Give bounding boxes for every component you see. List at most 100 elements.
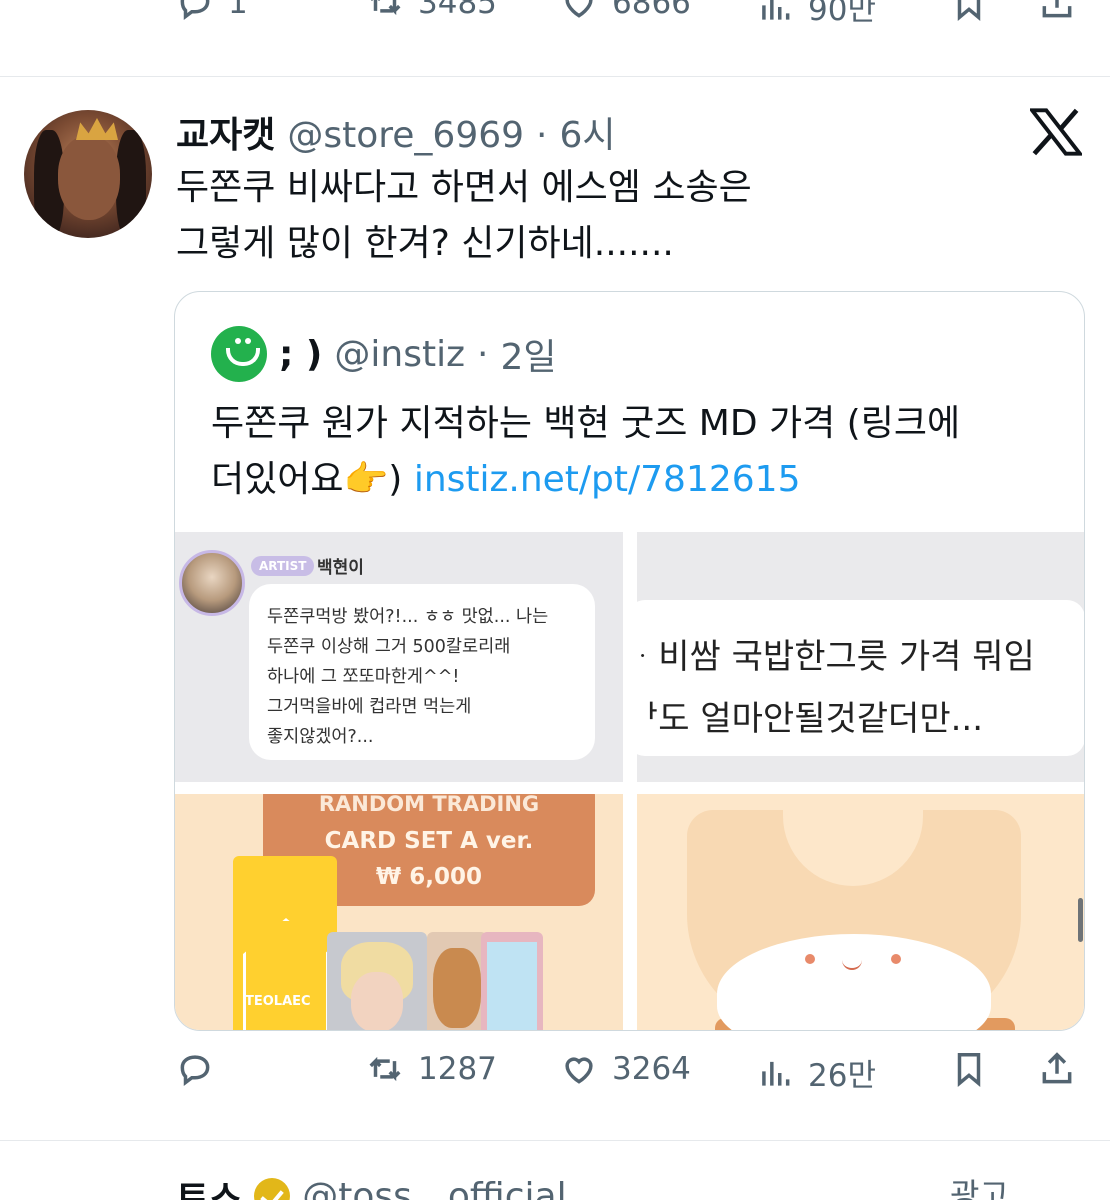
- divider: [0, 1140, 1110, 1141]
- chat-bubble: 두쫀쿠먹방 봤어?!... ㅎㅎ 맛없... 나는 두쫀쿠 이상해 그거 500…: [249, 584, 595, 760]
- chat-line: 좋지않겠어?...: [267, 727, 374, 747]
- prev-tweet-action-bar: 1 3485 6866 90만: [0, 0, 1110, 44]
- text-bubble-line: ᅡ도 얼마안될것같더만...: [637, 699, 984, 739]
- artist-avatar: [179, 550, 245, 616]
- house-icon: [243, 918, 329, 1030]
- author-handle[interactable]: @store_6969: [287, 115, 524, 156]
- retweet-button[interactable]: 3485: [366, 0, 497, 22]
- reply-button[interactable]: 1: [176, 0, 248, 22]
- views-icon: [762, 1061, 790, 1086]
- share-button[interactable]: [1038, 1050, 1076, 1088]
- tweet-header: 교자캣 @store_6969 · 6시: [176, 106, 616, 158]
- retweet-icon: [370, 0, 401, 16]
- pack-brand: TEOLAEC: [245, 994, 311, 1009]
- quote-text-prefix: 더있어요👉): [211, 459, 403, 500]
- illustration-card: [481, 932, 543, 1030]
- separator-dot: ·: [536, 115, 548, 156]
- photo-card: [327, 932, 427, 1030]
- card-set-subtitle: CARD SET A ver.: [324, 828, 534, 854]
- quote-time: 2일: [500, 337, 557, 378]
- bookmark-icon: [957, 0, 981, 21]
- chat-line: 그거먹을바에 컵라면 먹는게: [267, 697, 472, 717]
- views-button[interactable]: 90만: [756, 0, 876, 29]
- next-tweet-header: 토스 @toss__official: [176, 1170, 567, 1200]
- card-pack: TEOLAEC: [233, 856, 337, 1030]
- media-image-bag[interactable]: [637, 794, 1084, 1030]
- retweet-icon: [369, 1056, 401, 1082]
- quote-text-line: 더있어요👉) instiz.net/pt/7812615: [211, 452, 1061, 508]
- artist-badge: ARTIST: [251, 556, 315, 576]
- media-image-chat[interactable]: ARTIST 백현이 두쫀쿠먹방 봤어?!... ㅎㅎ 맛없... 나는 두쫀쿠…: [175, 532, 623, 782]
- chat-line: 하나에 그 쪼또마한게^^!: [267, 667, 460, 687]
- chat-line: 두쫀쿠 이상해 그거 500칼로리래: [267, 637, 511, 657]
- ad-label: 광고: [950, 1176, 1009, 1200]
- bookmark-button[interactable]: [950, 0, 988, 22]
- bookmark-button[interactable]: [950, 1050, 988, 1088]
- next-author-handle[interactable]: @toss__official: [302, 1176, 566, 1200]
- views-button[interactable]: 26만: [756, 1050, 876, 1095]
- avatar-face: [58, 136, 120, 220]
- tweet-action-bar: 1287 3264 26만: [0, 1050, 1110, 1110]
- author-avatar[interactable]: [24, 110, 152, 238]
- illustration-inner: [487, 942, 537, 1030]
- like-button[interactable]: 6866: [560, 0, 691, 22]
- reply-count: 1: [228, 0, 248, 21]
- artist-username: 백현이: [317, 558, 364, 578]
- tweet-text-line: 그렇게 많이 한겨? 신기하네.......: [176, 223, 674, 264]
- reply-button[interactable]: [176, 1050, 228, 1088]
- like-icon: [565, 1057, 593, 1084]
- dog-icon: [433, 948, 481, 1028]
- bag-eye: [805, 954, 815, 964]
- view-count: 90만: [808, 0, 876, 28]
- text-bubble-line: ᆞ비쌈 국밥한그릇 가격 뭐임: [637, 637, 1035, 677]
- share-button[interactable]: [1038, 0, 1076, 22]
- text-bubble: ᆞ비쌈 국밥한그릇 가격 뭐임 ᅡ도 얼마안될것같더만...: [637, 600, 1084, 756]
- quote-avatar: [211, 326, 267, 382]
- tweet-text: 두쫀쿠 비싸다고 하면서 에스엠 소송은 그렇게 많이 한겨? 신기하네....…: [176, 160, 1056, 272]
- quote-link[interactable]: instiz.net/pt/7812615: [414, 459, 801, 500]
- quote-text: 두쫀쿠 원가 지적하는 백현 굿즈 MD 가격 (링크에 더있어요👉) inst…: [211, 396, 1061, 508]
- retweet-button[interactable]: 1287: [366, 1050, 497, 1088]
- next-author-name[interactable]: 토스: [176, 1170, 242, 1200]
- tweet-time[interactable]: 6시: [560, 106, 616, 158]
- quote-text-line: 두쫀쿠 원가 지적하는 백현 굿즈 MD 가격 (링크에: [211, 403, 961, 444]
- x-logo-icon: [1030, 108, 1082, 156]
- verified-icon: [254, 1178, 291, 1200]
- like-count: 3264: [612, 1051, 691, 1087]
- avatar-hair-right: [116, 130, 146, 238]
- quote-author-handle: @instiz: [334, 333, 465, 375]
- chat-line: 두쫀쿠먹방 봤어?!... ㅎㅎ 맛없... 나는: [267, 607, 549, 627]
- like-button[interactable]: 3264: [560, 1050, 691, 1088]
- reply-icon: [180, 0, 210, 20]
- quote-header: ; ) @instiz · 2일: [211, 326, 556, 382]
- quote-tweet-card[interactable]: ; ) @instiz · 2일 두쫀쿠 원가 지적하는 백현 굿즈 MD 가격…: [174, 291, 1085, 1031]
- reply-icon: [180, 1055, 210, 1086]
- bag-handle: [783, 800, 923, 886]
- share-icon: [1042, 0, 1072, 18]
- more-options-button[interactable]: ···: [1040, 1186, 1071, 1200]
- like-icon: [565, 0, 593, 18]
- view-count: 26만: [808, 1058, 876, 1094]
- bag-eye: [891, 954, 901, 964]
- quote-author-name: ; ): [279, 333, 323, 375]
- tweet-text-line: 두쫀쿠 비싸다고 하면서 에스엠 소송은: [176, 167, 752, 208]
- photo-card-face: [351, 972, 403, 1030]
- author-name[interactable]: 교자캣: [176, 106, 275, 158]
- like-count: 6866: [612, 0, 691, 21]
- bag-belly: [717, 934, 991, 1030]
- scrollbar[interactable]: [1078, 898, 1083, 942]
- media-grid: ARTIST 백현이 두쫀쿠먹방 봤어?!... ㅎㅎ 맛없... 나는 두쫀쿠…: [175, 532, 1084, 1030]
- divider: [0, 76, 1110, 77]
- tote-bag: [687, 800, 1021, 1030]
- retweet-count: 3485: [418, 0, 497, 21]
- views-icon: [762, 0, 790, 20]
- retweet-count: 1287: [418, 1051, 497, 1087]
- separator-dot: ·: [476, 333, 489, 375]
- crown-icon: [76, 118, 118, 140]
- card-set-title: RANDOM TRADING: [318, 794, 540, 816]
- bookmark-icon: [957, 1053, 981, 1087]
- dog-card: [427, 932, 487, 1030]
- share-icon: [1042, 1052, 1072, 1084]
- media-image-text[interactable]: ᆞ비쌈 국밥한그릇 가격 뭐임 ᅡ도 얼마안될것같더만...: [637, 532, 1084, 782]
- media-image-card-set[interactable]: RANDOM TRADING CARD SET A ver. ₩ 6,000 T…: [175, 794, 623, 1030]
